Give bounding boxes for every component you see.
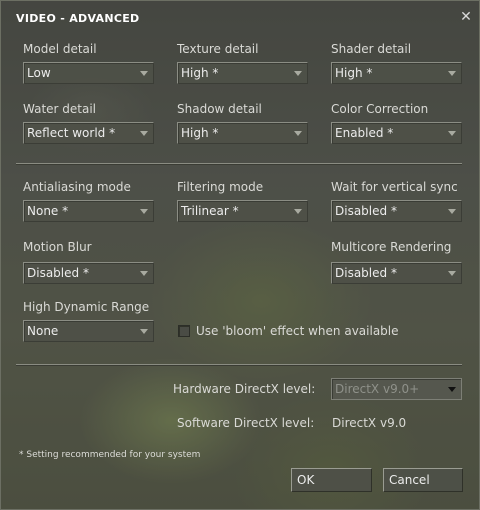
chevron-down-icon [448, 71, 456, 76]
dialog-title: VIDEO - ADVANCED [16, 12, 140, 25]
footnote: * Setting recommended for your system [19, 450, 201, 460]
chevron-down-icon [448, 131, 456, 136]
cancel-button[interactable]: Cancel [383, 468, 463, 492]
shader-detail-label: Shader detail [331, 42, 412, 56]
video-advanced-dialog: VIDEO - ADVANCED ✕ Model detail Low Text… [0, 0, 480, 510]
software-directx-value: DirectX v9.0 [332, 416, 407, 430]
motion-blur-value: Disabled * [27, 266, 89, 280]
chevron-down-icon [140, 209, 148, 214]
separator [16, 163, 462, 165]
ok-button[interactable]: OK [291, 468, 372, 492]
hdr-dropdown[interactable]: None [23, 320, 154, 342]
model-detail-value: Low [27, 66, 51, 80]
shadow-detail-dropdown[interactable]: High * [177, 122, 308, 144]
hdr-label: High Dynamic Range [23, 300, 150, 314]
water-detail-label: Water detail [23, 102, 97, 116]
chevron-down-icon [448, 271, 456, 276]
texture-detail-label: Texture detail [177, 42, 259, 56]
texture-detail-dropdown[interactable]: High * [177, 62, 308, 84]
model-detail-label: Model detail [23, 42, 97, 56]
bloom-label: Use 'bloom' effect when available [196, 324, 399, 338]
motion-blur-dropdown[interactable]: Disabled * [23, 262, 154, 284]
chevron-down-icon [140, 271, 148, 276]
multicore-dropdown[interactable]: Disabled * [331, 262, 462, 284]
shadow-detail-value: High * [181, 126, 219, 140]
chevron-down-icon [140, 71, 148, 76]
vsync-dropdown[interactable]: Disabled * [331, 200, 462, 222]
hardware-directx-label: Hardware DirectX level: [173, 382, 316, 396]
bloom-checkbox[interactable] [178, 325, 190, 337]
chevron-down-icon [140, 329, 148, 334]
model-detail-dropdown[interactable]: Low [23, 62, 154, 84]
close-icon[interactable]: ✕ [459, 10, 473, 24]
hdr-value: None [27, 324, 59, 338]
chevron-down-icon [448, 209, 456, 214]
vsync-value: Disabled * [335, 204, 397, 218]
chevron-down-icon [294, 209, 302, 214]
chevron-down-icon [294, 71, 302, 76]
chevron-down-icon [294, 131, 302, 136]
filtering-value: Trilinear * [181, 204, 239, 218]
shader-detail-dropdown[interactable]: High * [331, 62, 462, 84]
filtering-label: Filtering mode [177, 180, 264, 194]
water-detail-value: Reflect world * [27, 126, 116, 140]
water-detail-dropdown[interactable]: Reflect world * [23, 122, 154, 144]
separator [16, 364, 462, 366]
texture-detail-value: High * [181, 66, 219, 80]
cancel-button-label: Cancel [389, 473, 430, 487]
shader-detail-value: High * [335, 66, 373, 80]
antialiasing-label: Antialiasing mode [23, 180, 131, 194]
hardware-directx-dropdown: DirectX v9.0+ [331, 378, 462, 400]
chevron-down-icon [140, 131, 148, 136]
ok-button-label: OK [297, 473, 315, 487]
color-correction-value: Enabled * [335, 126, 394, 140]
software-directx-label: Software DirectX level: [177, 416, 315, 430]
color-correction-dropdown[interactable]: Enabled * [331, 122, 462, 144]
shadow-detail-label: Shadow detail [177, 102, 262, 116]
multicore-value: Disabled * [335, 266, 397, 280]
color-correction-label: Color Correction [331, 102, 429, 116]
chevron-down-icon [448, 387, 456, 392]
motion-blur-label: Motion Blur [23, 240, 92, 254]
hardware-directx-value: DirectX v9.0+ [335, 382, 420, 396]
multicore-label: Multicore Rendering [331, 240, 452, 254]
filtering-dropdown[interactable]: Trilinear * [177, 200, 308, 222]
vsync-label: Wait for vertical sync [331, 180, 458, 194]
antialiasing-value: None * [27, 204, 69, 218]
antialiasing-dropdown[interactable]: None * [23, 200, 154, 222]
